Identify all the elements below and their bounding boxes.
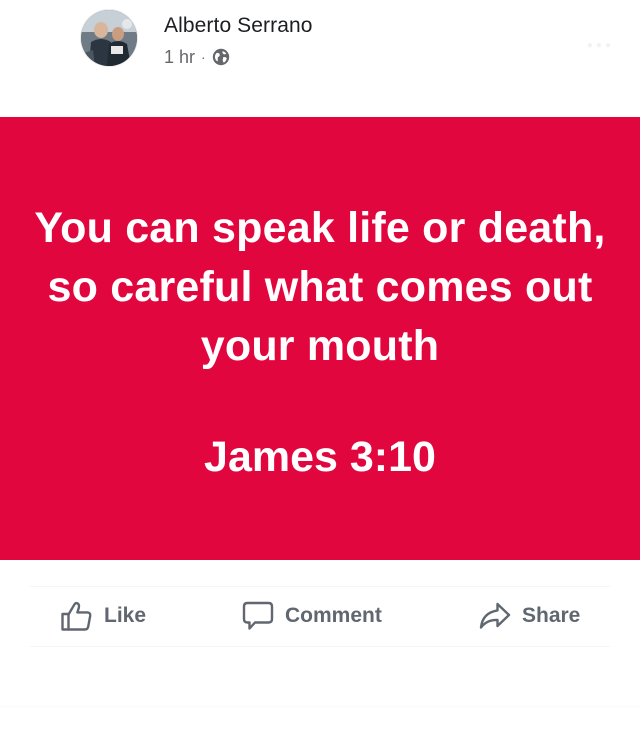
globe-icon[interactable] [212, 48, 230, 66]
thumbs-up-icon [60, 600, 94, 632]
author-name[interactable]: Alberto Serrano [164, 14, 313, 38]
facebook-post: Alberto Serrano 1 hr · ●●● You can speak… [0, 0, 640, 753]
post-header: Alberto Serrano 1 hr · ●●● [0, 0, 640, 117]
avatar-image [81, 10, 137, 66]
comment-label: Comment [285, 604, 382, 627]
post-timestamp[interactable]: 1 hr [164, 47, 195, 68]
share-label: Share [522, 604, 581, 627]
like-button[interactable]: Like [60, 594, 146, 638]
action-bar: Like Comment Share [0, 560, 640, 753]
share-arrow-icon [478, 600, 512, 632]
speech-bubble-icon [241, 600, 275, 632]
post-image[interactable]: You can speak life or death, so careful … [0, 117, 640, 560]
like-label: Like [104, 604, 147, 627]
comment-button[interactable]: Comment [241, 594, 382, 638]
divider [0, 706, 640, 707]
more-options-icon[interactable]: ●●● [587, 40, 614, 51]
divider [30, 586, 610, 587]
quote-text: You can speak life or death, so careful … [34, 204, 606, 370]
share-button[interactable]: Share [478, 594, 580, 638]
post-meta: 1 hr · [164, 46, 230, 68]
author-avatar[interactable] [81, 10, 137, 66]
meta-separator: · [201, 49, 206, 65]
divider [30, 646, 610, 647]
verse-reference: James 3:10 [204, 433, 436, 481]
